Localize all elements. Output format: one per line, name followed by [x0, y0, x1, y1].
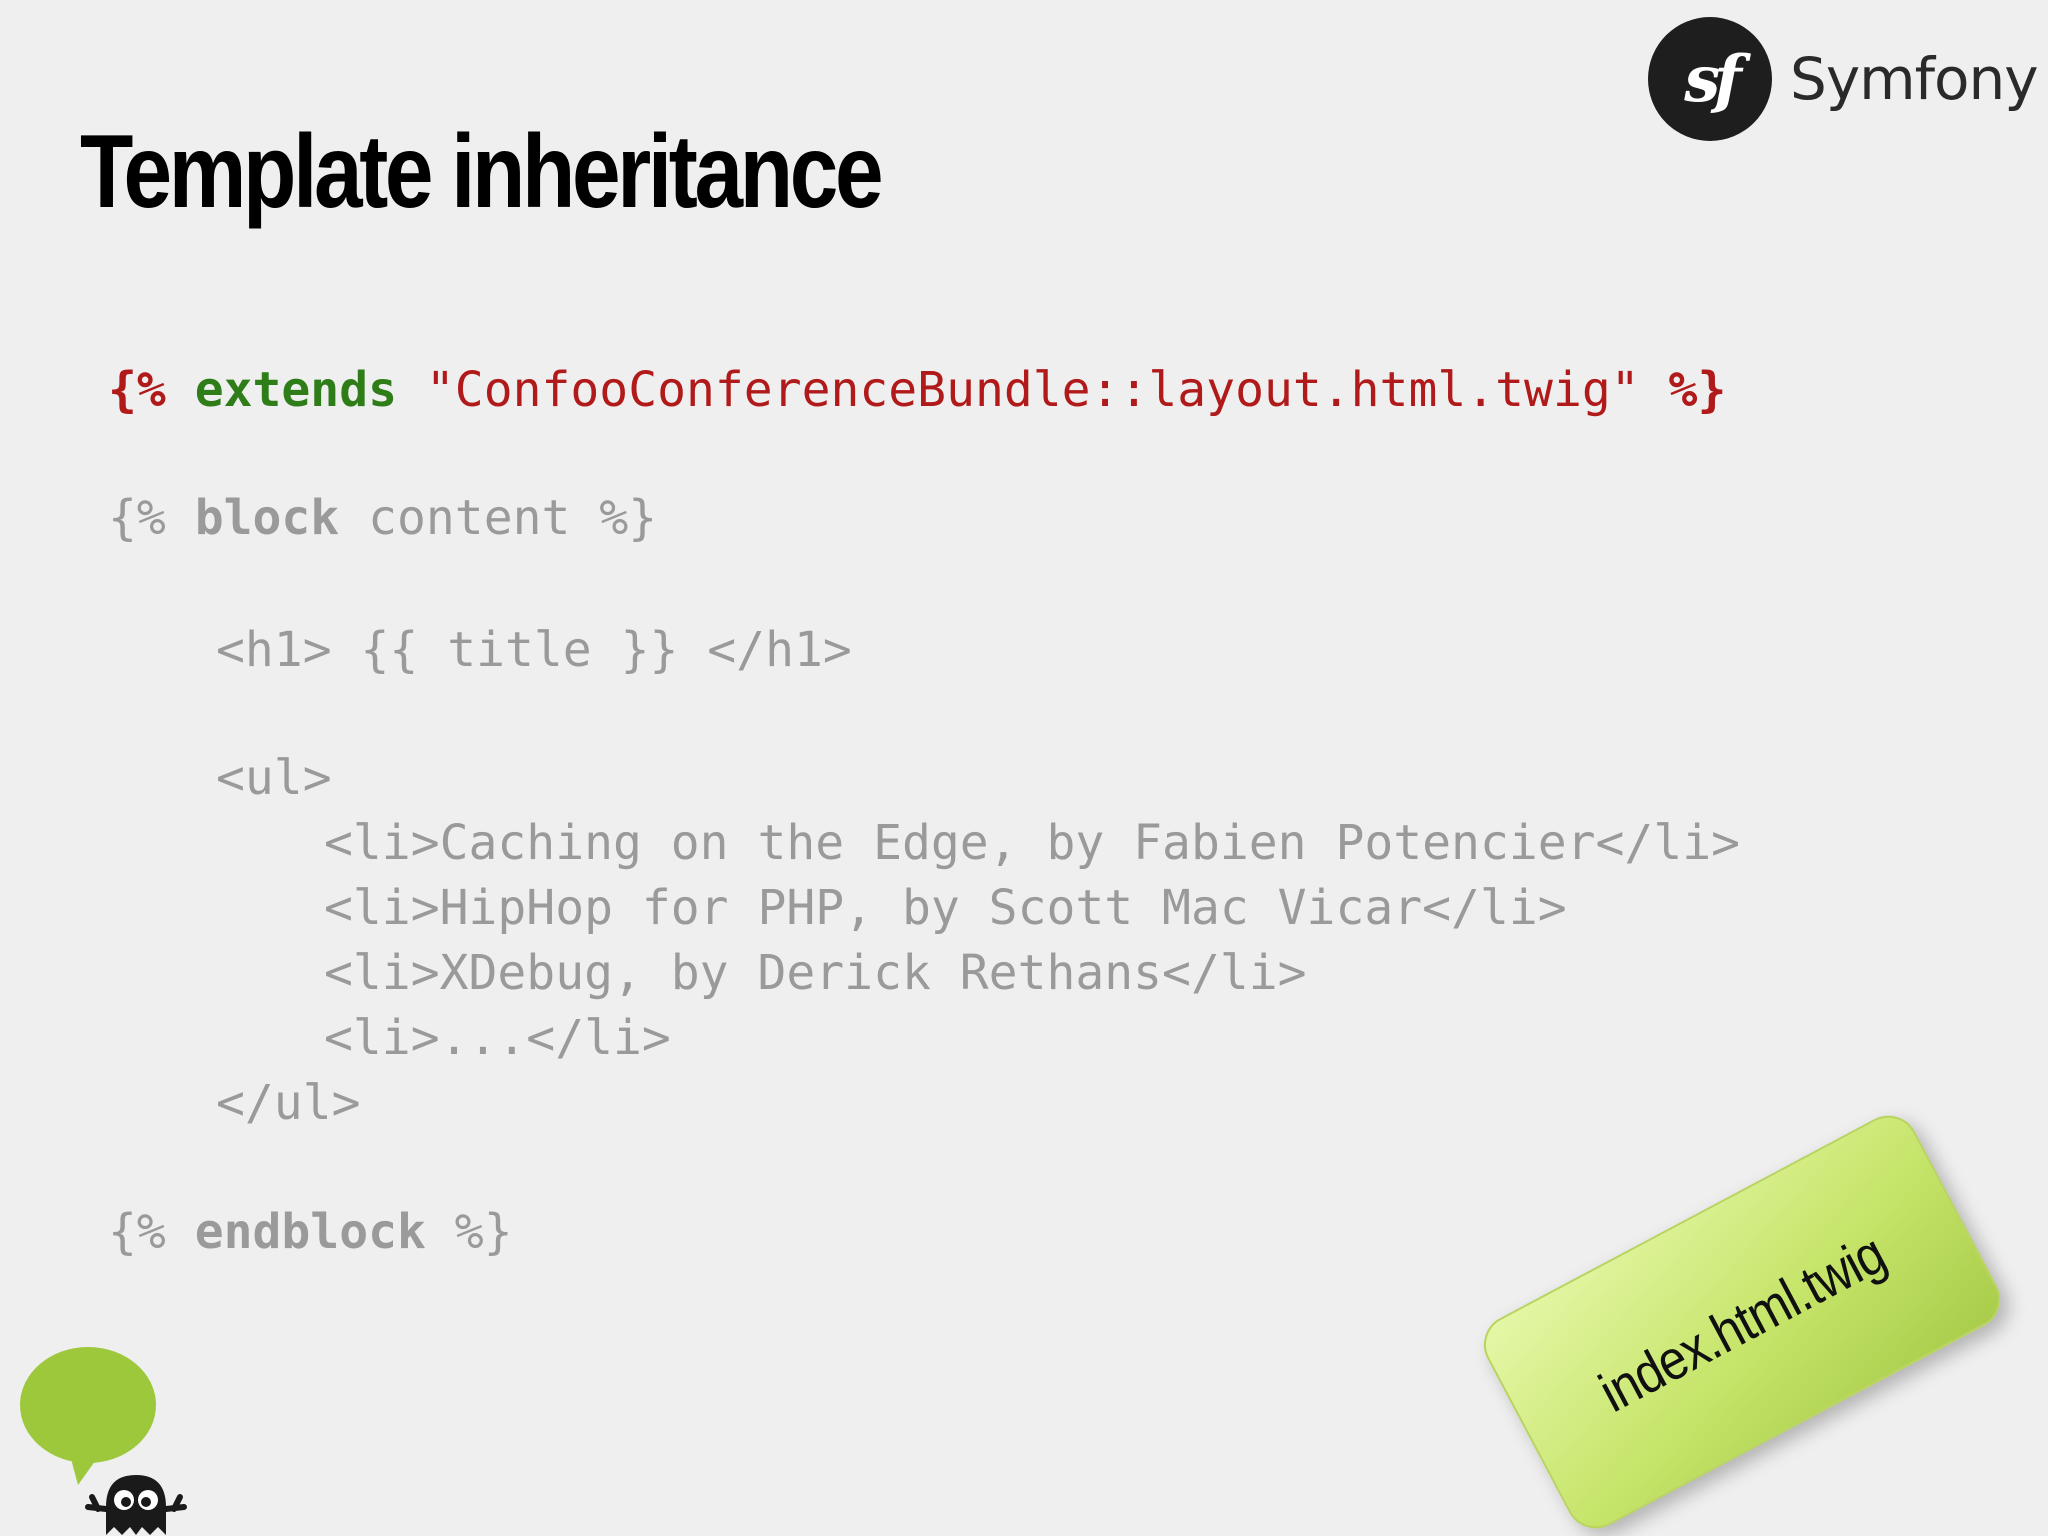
- code-line-ul-open: <ul>: [216, 750, 332, 806]
- code-line-h1: <h1> {{ title }} </h1>: [216, 622, 852, 678]
- keyword-extends: extends: [194, 362, 397, 418]
- slide: Template inheritance sf Symfony {% exten…: [0, 0, 2048, 1536]
- template-path-string: "ConfooConferenceBundle::layout.html.twi…: [425, 362, 1640, 418]
- code-block: {% extends "ConfooConferenceBundle::layo…: [108, 360, 1740, 1260]
- code-line-endblock: {% endblock %}: [108, 1202, 513, 1262]
- keyword-block: block: [194, 490, 340, 546]
- tag-open: {%: [108, 490, 166, 546]
- symfony-logo-icon: sf: [1648, 17, 1772, 141]
- code-line-extends: {% extends "ConfooConferenceBundle::layo…: [108, 360, 1726, 420]
- code-line-block: {% block content %}: [108, 488, 657, 548]
- code-line-ul-close: </ul>: [216, 1075, 361, 1131]
- speech-bubble-mascot-icon: [20, 1347, 187, 1535]
- symfony-wordmark: Symfony: [1790, 45, 2039, 113]
- code-line-li-3: <li>XDebug, by Derick Rethans</li>: [324, 945, 1307, 1001]
- symfony-logo: sf Symfony: [1648, 16, 2039, 142]
- block-name: content: [368, 490, 571, 546]
- sticky-note: index.html.twig: [1473, 1105, 2011, 1536]
- sticky-note-label: index.html.twig: [1589, 1220, 1895, 1424]
- tag-close: %}: [1668, 362, 1727, 418]
- code-line-li-1: <li>Caching on the Edge, by Fabien Poten…: [324, 815, 1741, 871]
- keyword-endblock: endblock: [194, 1204, 426, 1260]
- ghost-mascot: [85, 1475, 187, 1535]
- speech-bubble: [20, 1347, 156, 1463]
- tag-close: %}: [454, 1204, 513, 1260]
- tag-open: {%: [108, 1204, 166, 1260]
- code-line-li-2: <li>HipHop for PHP, by Scott Mac Vicar</…: [324, 880, 1567, 936]
- tag-close: %}: [599, 490, 658, 546]
- code-line-li-4: <li>...</li>: [324, 1010, 671, 1066]
- slide-title: Template inheritance: [80, 114, 884, 230]
- tag-open: {%: [108, 362, 166, 418]
- speech-bubble-tail: [70, 1455, 98, 1485]
